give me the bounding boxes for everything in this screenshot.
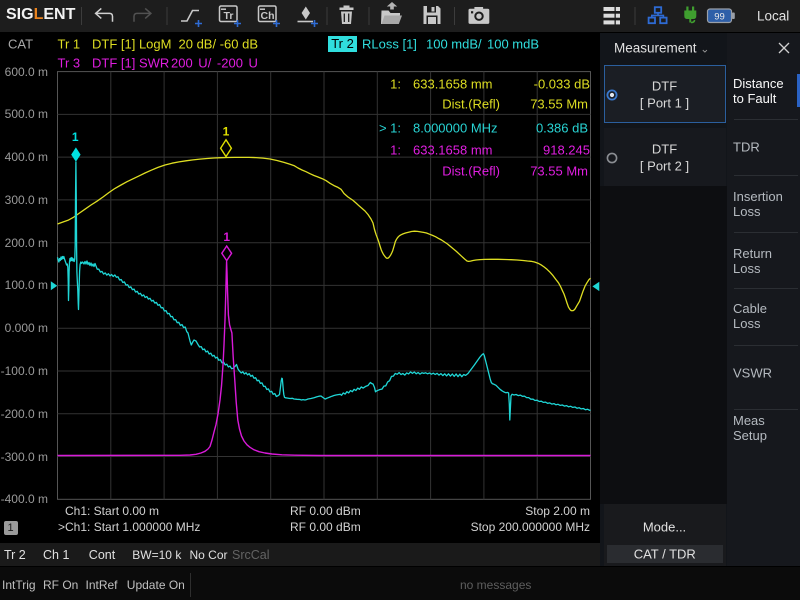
svg-text:1: 1 — [72, 130, 79, 144]
svg-text:1: 1 — [223, 125, 230, 139]
svg-text:1: 1 — [223, 230, 230, 244]
